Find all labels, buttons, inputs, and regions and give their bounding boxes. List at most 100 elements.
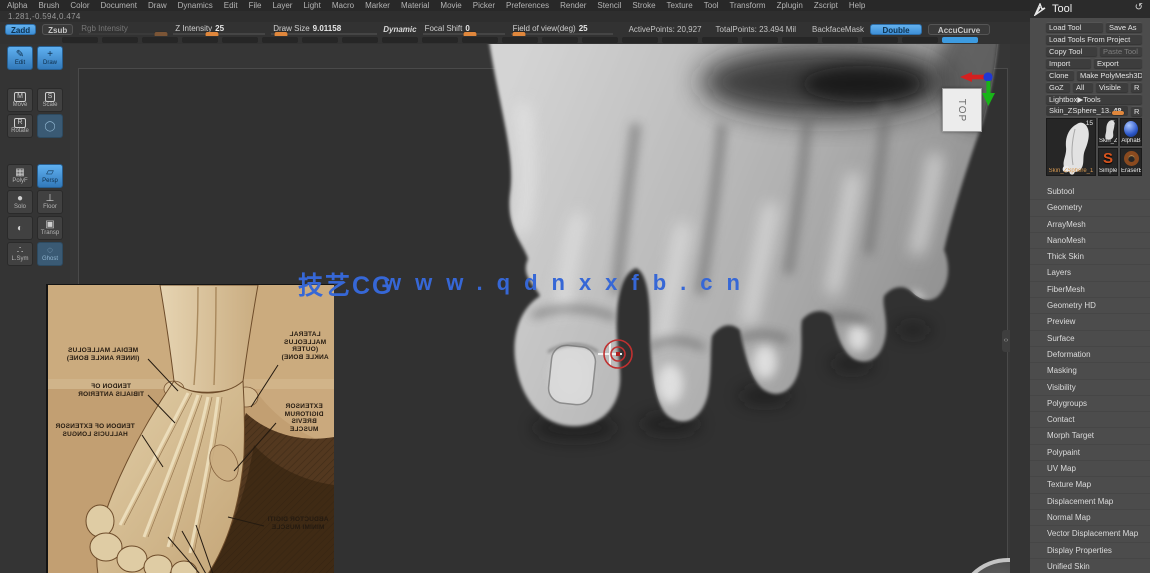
menu-item[interactable]: File [249,1,262,10]
menu-item[interactable]: Zscript [814,1,838,10]
menu-item[interactable]: Tool [704,1,719,10]
menu-item[interactable]: Marker [365,1,390,10]
tool-name-slider[interactable]: Skin_ZSphere_13. 48 [1046,106,1128,116]
menu-item[interactable]: Material [401,1,429,10]
panel-section-row[interactable]: Geometry HD [1030,298,1150,315]
shelf-button[interactable]: R Rotate [7,114,33,138]
panel-section-row[interactable]: Visibility [1030,380,1150,396]
draw-size-slider[interactable]: Draw Size 9.01158 [271,23,378,37]
menu-item[interactable]: Transform [729,1,765,10]
zadd-button[interactable]: Zadd [5,23,37,35]
shelf-button[interactable]: ▣ Transp [37,216,63,240]
alpha-thumbnail[interactable]: AlphaB [1120,118,1142,146]
clone-button[interactable]: Clone [1046,70,1074,80]
menu-item[interactable]: Zplugin [777,1,803,10]
shelf-button[interactable]: ∴ L.Sym [7,242,33,266]
rgb-intensity-slider[interactable]: Rgb Intensity [79,23,168,37]
shelf-button[interactable]: ◐ [7,216,33,240]
export-button[interactable]: Export [1094,58,1142,68]
menu-item[interactable]: Light [303,1,320,10]
panel-section-row[interactable]: FiberMesh [1030,282,1150,299]
panel-section-row[interactable]: Unified Skin [1030,559,1150,573]
shelf-button[interactable]: ⊥ Floor [37,190,63,214]
menu-item[interactable]: Alpha [7,1,27,10]
panel-section-row[interactable]: NanoMesh [1030,233,1150,250]
zsub-button[interactable]: Zsub [42,23,74,35]
top-shelf-toolbar: Zadd Zsub Rgb Intensity Z Intensity 25 Dr… [0,22,1030,37]
panel-divider-handle[interactable]: ‹› [1002,330,1010,352]
panel-section-row[interactable]: Morph Target [1030,428,1150,445]
shelf-button[interactable]: ▱ Persp [37,164,63,188]
menu-item[interactable]: Color [70,1,89,10]
panel-section-row[interactable]: Layers [1030,265,1150,282]
menu-item[interactable]: Layer [272,1,292,10]
menu-item[interactable]: Brush [38,1,59,10]
panel-section-row[interactable]: Surface [1030,331,1150,347]
dynamic-toggle[interactable]: Dynamic [383,25,416,34]
menu-item[interactable]: Document [101,1,137,10]
make-polymesh3d-button[interactable]: Make PolyMesh3D [1077,70,1142,80]
panel-section-row[interactable]: Thick Skin [1030,249,1150,266]
menu-item[interactable]: Help [849,1,865,10]
goz-button[interactable]: GoZ [1046,82,1070,92]
backface-double-button[interactable]: Double [870,23,923,35]
scroll-indicator[interactable] [942,37,978,43]
stroke-thumbnail[interactable]: S SimpleI [1098,148,1118,176]
panel-section-row[interactable]: Normal Map [1030,510,1150,527]
panel-section-row[interactable]: Masking [1030,363,1150,380]
copy-tool-button[interactable]: Copy Tool [1046,46,1097,56]
axis-gizmo-icon[interactable] [956,66,1006,112]
texture-thumbnail[interactable]: EraserE [1120,148,1142,176]
menu-item[interactable]: Draw [148,1,167,10]
shelf-button[interactable]: ✎ Edit [7,46,33,70]
menu-item[interactable]: Movie [440,1,461,10]
load-tools-from-project-button[interactable]: Load Tools From Project [1046,34,1142,44]
accucurve-button[interactable]: AccuCurve [928,23,991,35]
focal-shift-slider[interactable]: Focal Shift 0 [422,23,505,37]
panel-section-row[interactable]: Contact [1030,412,1150,429]
shelf-button[interactable]: ◯ [37,114,63,138]
paste-tool-button[interactable]: Paste Tool [1100,46,1142,56]
menu-item[interactable]: Stroke [632,1,655,10]
shelf-button[interactable]: + Draw [37,46,63,70]
menu-item[interactable]: Render [560,1,586,10]
menu-item[interactable]: Preferences [506,1,549,10]
menu-item[interactable]: Stencil [597,1,621,10]
lightbox-tools-button[interactable]: Lightbox▶Tools [1046,94,1142,104]
panel-section-row[interactable]: Polygroups [1030,396,1150,413]
shelf-button[interactable]: S Scale [37,88,63,112]
panel-section-row[interactable]: ArrayMesh [1030,217,1150,233]
restore-panel-icon[interactable]: ↺ [1135,2,1143,13]
recent-tool-thumbnail[interactable]: 5 Skin_ZS [1098,118,1118,146]
panel-section-row[interactable]: Texture Map [1030,477,1150,494]
menu-item[interactable]: Texture [667,1,693,10]
load-tool-button[interactable]: Load Tool [1046,22,1103,32]
menu-item[interactable]: Dynamics [178,1,213,10]
panel-section-row[interactable]: Display Properties [1030,543,1150,559]
menu-item[interactable]: Macro [332,1,354,10]
shelf-button[interactable]: ▦ PolyF [7,164,33,188]
shelf-button[interactable]: M Move [7,88,33,112]
goz-all-button[interactable]: All [1073,82,1093,92]
active-tool-thumbnail[interactable]: 15 Skin_ZSphere_1 [1046,118,1096,176]
z-intensity-slider[interactable]: Z Intensity 25 [173,23,266,37]
save-as-button[interactable]: Save As [1106,22,1142,32]
goz-r-button[interactable]: R [1131,82,1142,92]
tool-panel-header[interactable]: Tool ↺ [1030,0,1150,18]
slider-r-button[interactable]: R [1131,106,1142,116]
panel-section-row[interactable]: Displacement Map [1030,494,1150,510]
panel-section-row[interactable]: Vector Displacement Map [1030,526,1150,543]
menu-item[interactable]: Picker [473,1,495,10]
panel-section-row[interactable]: UV Map [1030,461,1150,478]
shelf-button[interactable]: ● Solo [7,190,33,214]
panel-section-row[interactable]: Preview [1030,314,1150,331]
panel-section-row[interactable]: Polypaint [1030,445,1150,462]
field-of-view-slider[interactable]: Field of view(deg) 25 [510,23,613,37]
panel-section-row[interactable]: Deformation [1030,347,1150,364]
goz-visible-button[interactable]: Visible [1096,82,1128,92]
import-button[interactable]: Import [1046,58,1091,68]
shelf-button[interactable]: ◌ Ghost [37,242,63,266]
panel-section-row[interactable]: Subtool [1030,184,1150,201]
menu-item[interactable]: Edit [224,1,238,10]
panel-section-row[interactable]: Geometry [1030,200,1150,217]
